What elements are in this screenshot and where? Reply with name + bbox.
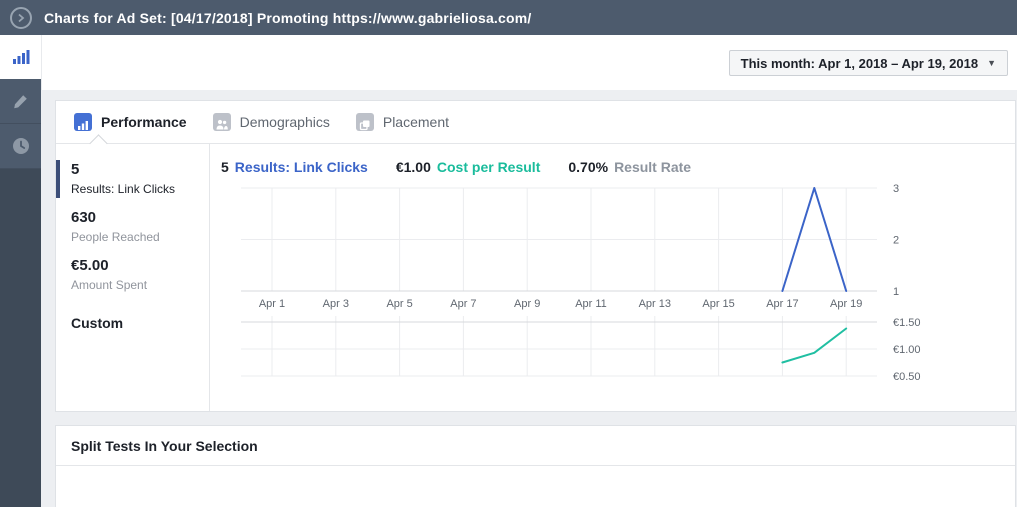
legend-result-rate: 0.70% Result Rate	[568, 159, 692, 175]
legend-cost-per-result: €1.00 Cost per Result	[395, 159, 541, 175]
metric-amount-spent[interactable]: €5.00 Amount Spent	[71, 257, 209, 292]
caret-down-icon: ▼	[987, 58, 996, 68]
metric-label: Amount Spent	[71, 278, 148, 292]
performance-line-chart: 1 2 3 €0.50 €1.00 €1.50 Apr 1 Apr 3 Apr 5 Apr 7 Ap…	[241, 183, 921, 383]
pencil-icon	[14, 94, 27, 108]
metric-label: Results: Link Clicks	[71, 182, 176, 196]
chart-tabs: Performance Demographics Placement	[56, 101, 1015, 153]
tab-label: Demographics	[239, 114, 330, 130]
tab-label: Placement	[382, 114, 450, 130]
sidebar-item-history[interactable]	[0, 124, 41, 169]
metric-selector-column: 5 Results: Link Clicks 630 People Reache…	[56, 144, 210, 411]
svg-text:Apr 17: Apr 17	[766, 298, 798, 310]
svg-text:2: 2	[893, 235, 899, 247]
metric-value: 630	[71, 209, 97, 226]
clock-icon	[12, 138, 29, 154]
svg-text:€1.50: €1.50	[893, 317, 921, 329]
svg-text:Apr 13: Apr 13	[639, 298, 671, 310]
toolbar: This month: Apr 1, 2018 – Apr 19, 2018 ▼	[41, 35, 1017, 90]
tab-placement[interactable]: Placement	[355, 113, 450, 131]
tab-demographics[interactable]: Demographics	[212, 113, 330, 131]
tab-performance[interactable]: Performance	[74, 113, 187, 131]
svg-text:Apr 5: Apr 5	[386, 298, 412, 310]
collapse-chevron-button[interactable]	[10, 6, 32, 29]
chart-area: 5 Results: Link Clicks €1.00 Cost per Re…	[210, 144, 1015, 411]
svg-text:Apr 15: Apr 15	[702, 298, 734, 310]
svg-text:3: 3	[893, 183, 899, 195]
svg-text:Apr 11: Apr 11	[575, 298, 607, 310]
tab-label: Performance	[101, 114, 187, 130]
svg-text:Apr 3: Apr 3	[323, 298, 349, 310]
charts-card: Performance Demographics Placement 5 Res…	[55, 100, 1016, 412]
metric-value: 5	[71, 161, 80, 178]
page-title: Charts for Ad Set: [04/17/2018] Promotin…	[44, 9, 532, 26]
people-icon	[212, 113, 231, 131]
split-tests-title: Split Tests In Your Selection	[56, 426, 1015, 466]
metric-people-reached[interactable]: 630 People Reached	[71, 209, 209, 244]
chevron-right-icon	[18, 13, 25, 22]
svg-text:1: 1	[893, 286, 899, 298]
svg-text:Apr 9: Apr 9	[514, 298, 540, 310]
sidebar-item-edit[interactable]	[0, 79, 41, 124]
placement-icon	[355, 113, 374, 131]
bar-chart-icon	[12, 50, 29, 64]
bar-chart-icon	[74, 113, 92, 131]
performance-panel: 5 Results: Link Clicks 630 People Reache…	[56, 144, 1015, 411]
split-tests-body	[56, 466, 1015, 507]
svg-text:€0.50: €0.50	[893, 371, 921, 383]
svg-text:Apr 1: Apr 1	[259, 298, 285, 310]
custom-metrics-link[interactable]: Custom	[71, 315, 209, 331]
metric-label: People Reached	[71, 230, 160, 244]
svg-text:Apr 19: Apr 19	[830, 298, 862, 310]
date-range-selector[interactable]: This month: Apr 1, 2018 – Apr 19, 2018 ▼	[728, 50, 1008, 76]
app-header: Charts for Ad Set: [04/17/2018] Promotin…	[0, 0, 1017, 35]
svg-text:Apr 7: Apr 7	[450, 298, 476, 310]
metric-results[interactable]: 5 Results: Link Clicks	[56, 160, 209, 198]
svg-text:€1.00: €1.00	[893, 344, 921, 356]
left-sidebar	[0, 35, 41, 507]
legend-results: 5 Results: Link Clicks	[221, 159, 368, 175]
date-range-label: This month: Apr 1, 2018 – Apr 19, 2018	[740, 55, 979, 71]
split-tests-card: Split Tests In Your Selection	[55, 425, 1016, 507]
chart-legend: 5 Results: Link Clicks €1.00 Cost per Re…	[221, 159, 1015, 175]
sidebar-item-charts[interactable]	[0, 35, 41, 79]
metric-value: €5.00	[71, 257, 109, 274]
